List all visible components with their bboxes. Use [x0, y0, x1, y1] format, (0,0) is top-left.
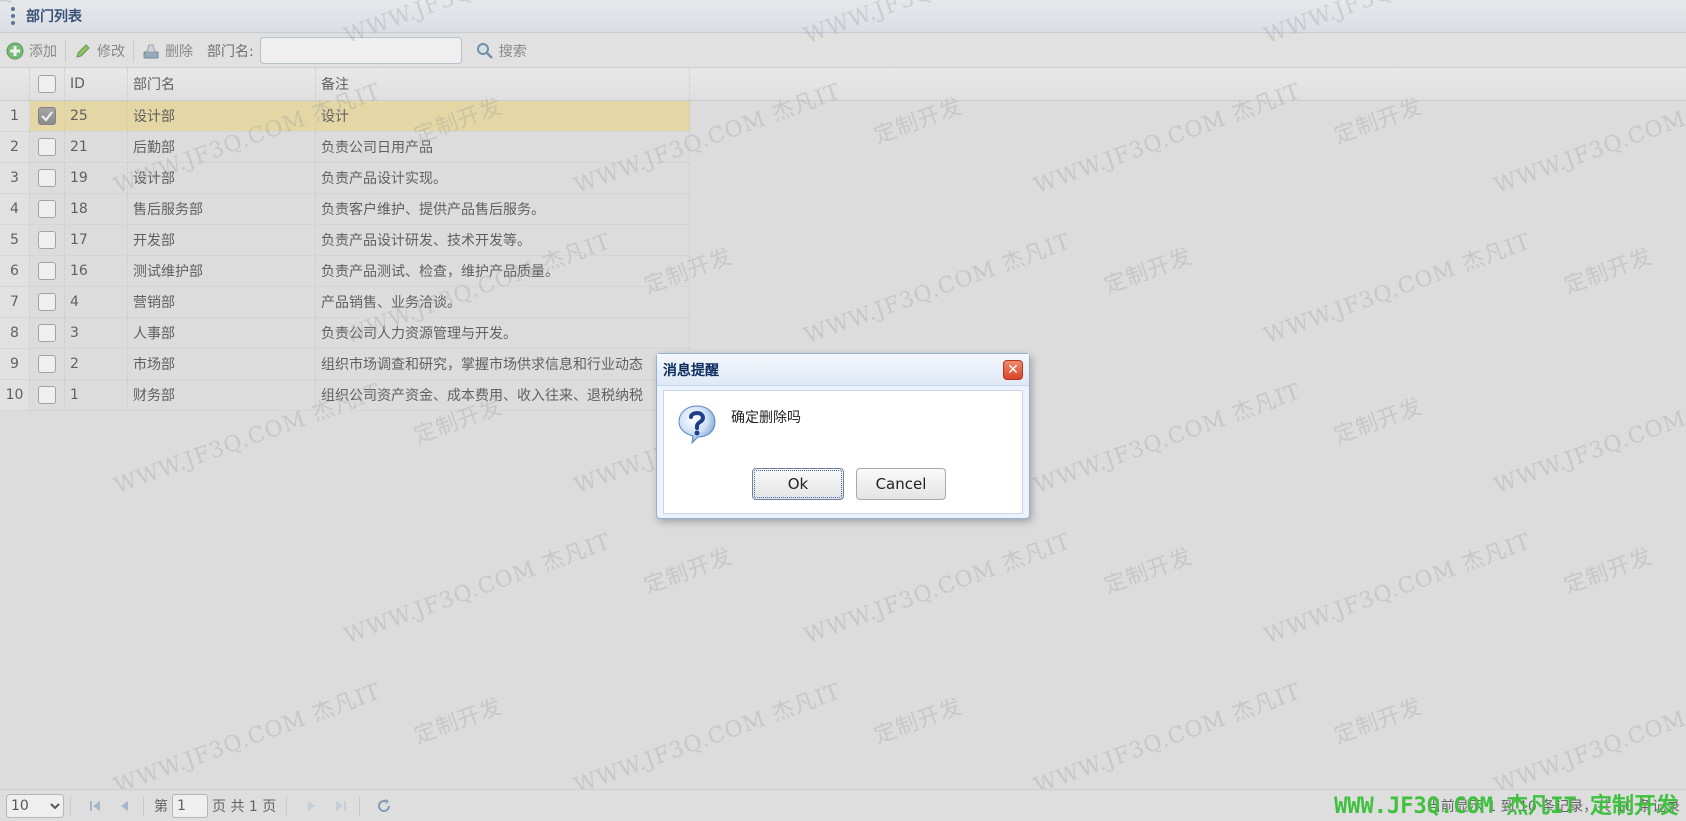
close-button[interactable]: ✕ — [1003, 360, 1023, 380]
ok-button[interactable]: Ok — [752, 468, 844, 500]
dialog-header[interactable]: 消息提醒 ✕ — [657, 354, 1029, 386]
cancel-button[interactable]: Cancel — [856, 468, 946, 500]
dialog-message: 确定删除吗 — [731, 410, 801, 426]
question-icon — [678, 405, 716, 445]
confirm-dialog: 消息提醒 ✕ 确定删除吗 Ok Cancel — [656, 353, 1030, 519]
dialog-title: 消息提醒 — [663, 362, 719, 379]
close-icon: ✕ — [1007, 362, 1019, 378]
dialog-body: 确定删除吗 Ok Cancel — [663, 390, 1023, 514]
